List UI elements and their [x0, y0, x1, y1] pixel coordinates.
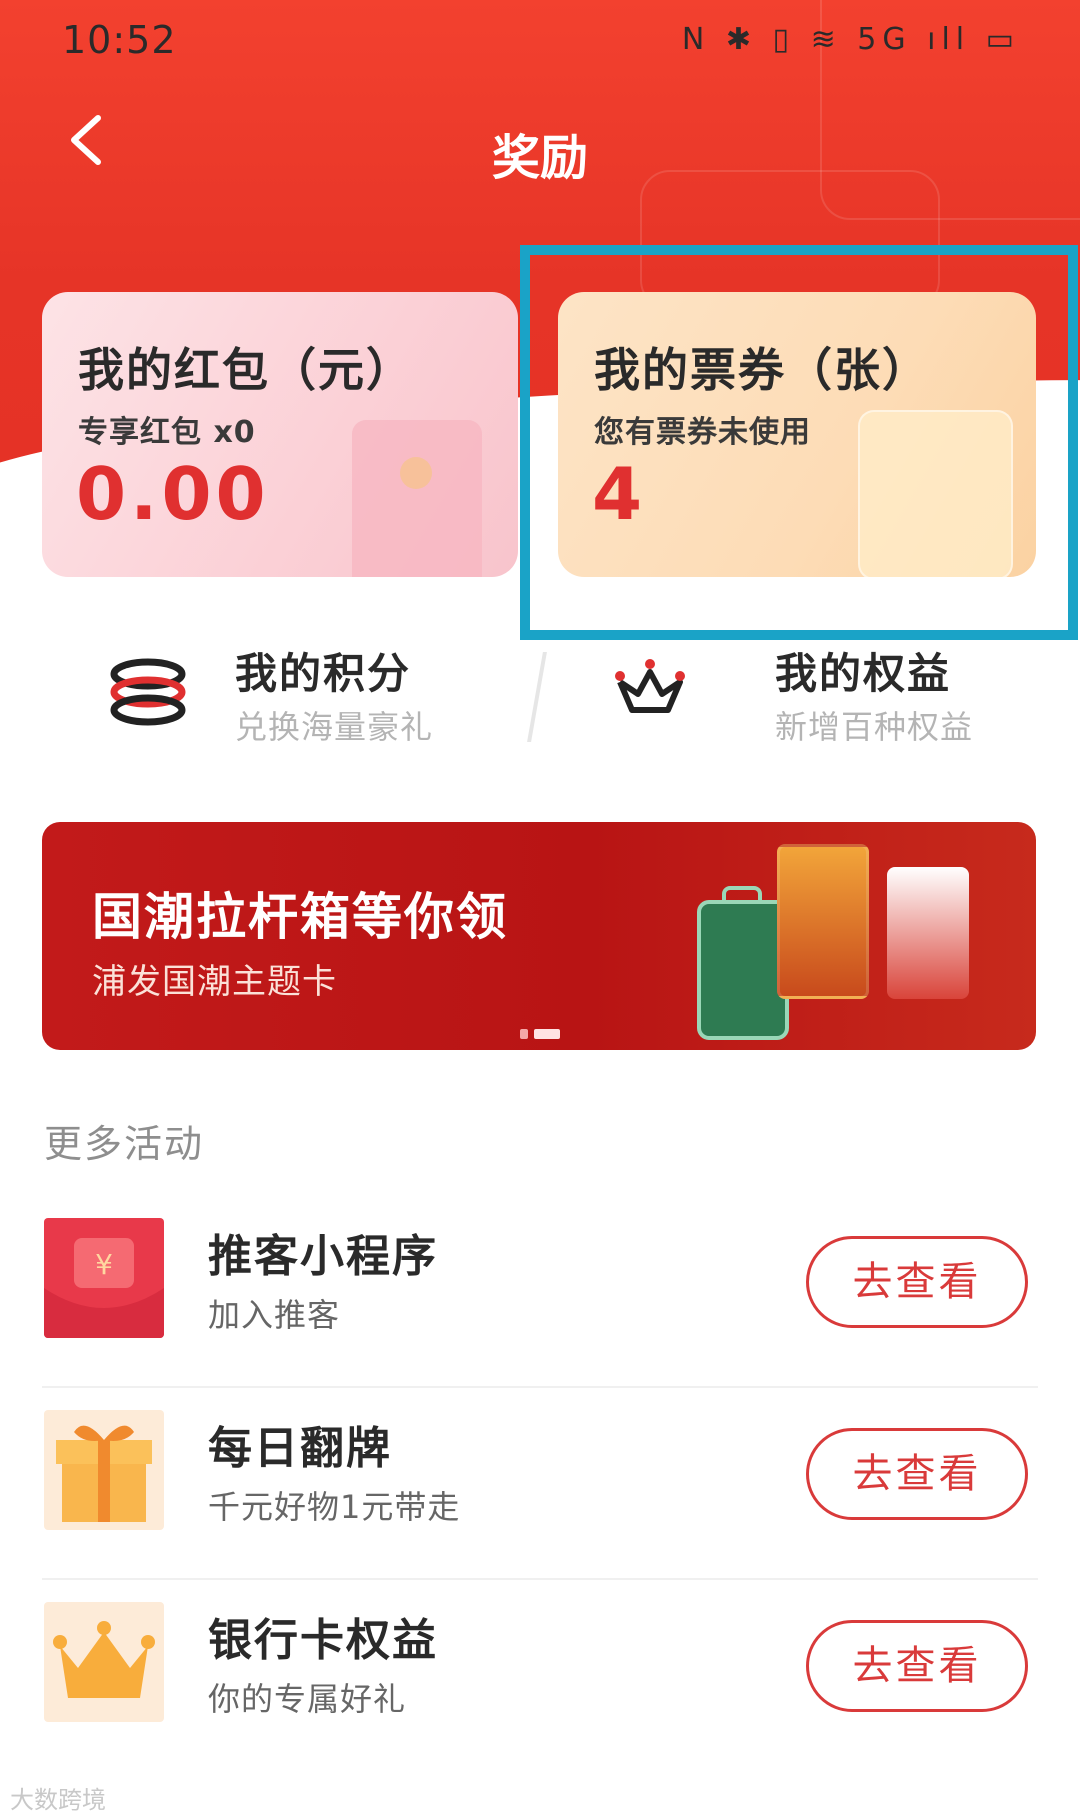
view-button[interactable]: 去查看	[806, 1428, 1028, 1520]
gift-box-icon	[44, 1410, 164, 1530]
divider	[527, 652, 547, 742]
red-packet-card[interactable]: 我的红包（元） 专享红包 x0 0.00	[42, 292, 518, 577]
envelope-seal	[400, 457, 432, 489]
red-envelope-decoration	[352, 420, 482, 577]
activity-row: ¥ 推客小程序 加入推客 去查看	[0, 1198, 1080, 1388]
activity-subtitle: 加入推客	[208, 1296, 341, 1334]
watermark: 大数跨境	[10, 1786, 106, 1814]
svg-text:¥: ¥	[95, 1248, 113, 1281]
activity-title: 推客小程序	[208, 1231, 438, 1282]
activity-title: 银行卡权益	[208, 1615, 438, 1666]
activity-row: 每日翻牌 千元好物1元带走 去查看	[0, 1390, 1080, 1580]
banner-title: 国潮拉杆箱等你领	[92, 888, 508, 946]
rewards-page: 10:52 N ✱ ▯ ≋ 5G ıll ▭ 奖励 我的红包（元） 专享红包 x…	[0, 0, 1080, 1815]
carousel-indicator	[520, 1024, 566, 1043]
red-packet-value: 0.00	[76, 452, 270, 536]
section-title: 更多活动	[44, 1122, 205, 1166]
red-packet-title: 我的红包（元）	[78, 343, 414, 397]
status-time: 10:52	[62, 18, 177, 62]
activity-subtitle: 千元好物1元带走	[208, 1488, 461, 1526]
highlight-box	[520, 245, 1078, 640]
row-divider	[42, 1386, 1038, 1388]
red-envelope-icon: ¥	[44, 1218, 164, 1338]
activity-row: 银行卡权益 你的专属好礼 去查看	[0, 1582, 1080, 1772]
crown-icon	[615, 659, 685, 713]
points-subtitle: 兑换海量豪礼	[235, 708, 434, 746]
promo-banner[interactable]: 国潮拉杆箱等你领 浦发国潮主题卡	[42, 822, 1036, 1050]
coin-stack-icon	[110, 658, 186, 726]
page-title: 奖励	[491, 130, 588, 186]
benefits-link[interactable]: 我的权益 新增百种权益	[610, 640, 1050, 760]
view-button[interactable]: 去查看	[806, 1236, 1028, 1328]
carousel-dot-active	[534, 1029, 560, 1039]
benefits-title: 我的权益	[775, 649, 952, 698]
benefits-subtitle: 新增百种权益	[775, 708, 974, 746]
suitcase-image	[697, 900, 789, 1040]
activity-subtitle: 你的专属好礼	[208, 1680, 407, 1718]
view-button[interactable]: 去查看	[806, 1620, 1028, 1712]
status-icons: N ✱ ▯ ≋ 5G ıll ▭	[681, 22, 1020, 57]
red-packet-subtitle: 专享红包 x0	[78, 415, 256, 450]
banner-subtitle: 浦发国潮主题卡	[92, 962, 337, 1002]
points-title: 我的积分	[235, 649, 412, 698]
points-link[interactable]: 我的积分 兑换海量豪礼	[100, 640, 520, 760]
bank-card-image	[887, 867, 969, 999]
bank-card-image	[777, 844, 869, 999]
activity-title: 每日翻牌	[208, 1423, 392, 1474]
status-bar: 10:52 N ✱ ▯ ≋ 5G ıll ▭	[0, 0, 1080, 80]
crown-icon	[44, 1602, 164, 1722]
carousel-dot	[520, 1029, 528, 1039]
row-divider	[42, 1578, 1038, 1580]
